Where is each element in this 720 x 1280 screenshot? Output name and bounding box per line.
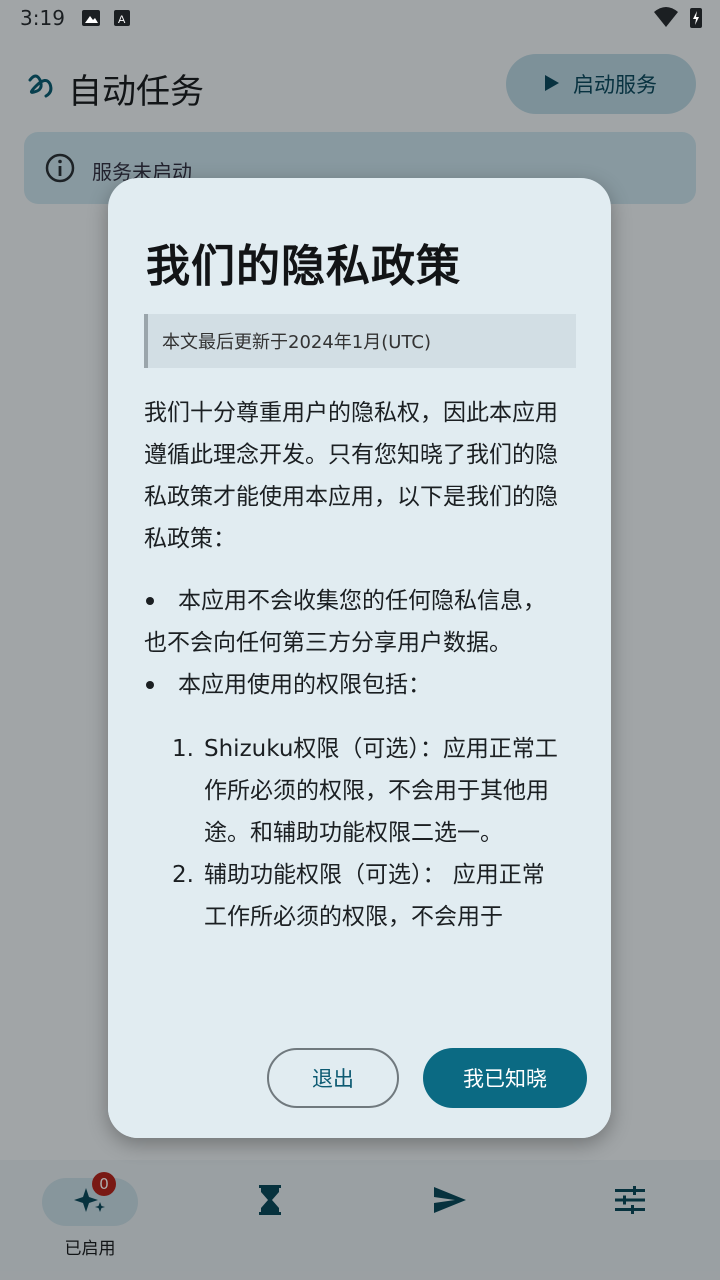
bullet-text: 本应用使用的权限包括： bbox=[178, 672, 431, 698]
permission-number: 1. bbox=[172, 736, 194, 762]
permission-number: 2. bbox=[172, 862, 194, 888]
image-notification-icon: A bbox=[82, 10, 130, 26]
privacy-policy-dialog: 我们的隐私政策 本文最后更新于2024年1月(UTC) 我们十分尊重用户的隐私权… bbox=[108, 178, 611, 1138]
permission-item: 2. 辅助功能权限（可选）： 应用正常工作所必须的权限，不会用于 bbox=[172, 854, 564, 938]
dialog-body[interactable]: 我们十分尊重用户的隐私权，因此本应用遵循此理念开发。只有您知晓了我们的隐私政策才… bbox=[144, 392, 564, 938]
bullet-dot bbox=[146, 597, 154, 605]
permission-text: 辅助功能权限（可选）： 应用正常工作所必须的权限，不会用于 bbox=[204, 862, 545, 930]
bullet-dot bbox=[146, 681, 154, 689]
acknowledge-button[interactable]: 我已知晓 bbox=[423, 1048, 587, 1108]
status-bar: 3:19 A bbox=[0, 0, 720, 36]
notification-icons: A bbox=[82, 8, 132, 32]
status-time: 3:19 bbox=[20, 6, 65, 30]
last-updated-note: 本文最后更新于2024年1月(UTC) bbox=[144, 314, 576, 368]
bullet-item: 本应用使用的权限包括： bbox=[144, 664, 564, 706]
bullet-list: 本应用不会收集您的任何隐私信息，也不会向任何第三方分享用户数据。 本应用使用的权… bbox=[144, 580, 564, 706]
bullet-text: 本应用不会收集您的任何隐私信息，也不会向任何第三方分享用户数据。 bbox=[144, 588, 546, 656]
exit-button[interactable]: 退出 bbox=[267, 1048, 399, 1108]
dialog-actions: 退出 我已知晓 bbox=[108, 1048, 611, 1138]
permission-list: 1. Shizuku权限（可选）：应用正常工作所必须的权限，不会用于其他用途。和辅… bbox=[172, 728, 564, 938]
intro-paragraph: 我们十分尊重用户的隐私权，因此本应用遵循此理念开发。只有您知晓了我们的隐私政策才… bbox=[144, 400, 558, 552]
dialog-title: 我们的隐私政策 bbox=[146, 241, 461, 292]
permission-item: 1. Shizuku权限（可选）：应用正常工作所必须的权限，不会用于其他用途。和辅… bbox=[172, 728, 564, 854]
system-icons bbox=[652, 6, 702, 34]
bullet-item: 本应用不会收集您的任何隐私信息，也不会向任何第三方分享用户数据。 bbox=[144, 580, 564, 664]
wifi-battery-icon bbox=[654, 7, 702, 28]
svg-text:A: A bbox=[118, 14, 126, 26]
permission-text: Shizuku权限（可选）：应用正常工作所必须的权限，不会用于其他用途。和辅助功… bbox=[204, 736, 558, 846]
